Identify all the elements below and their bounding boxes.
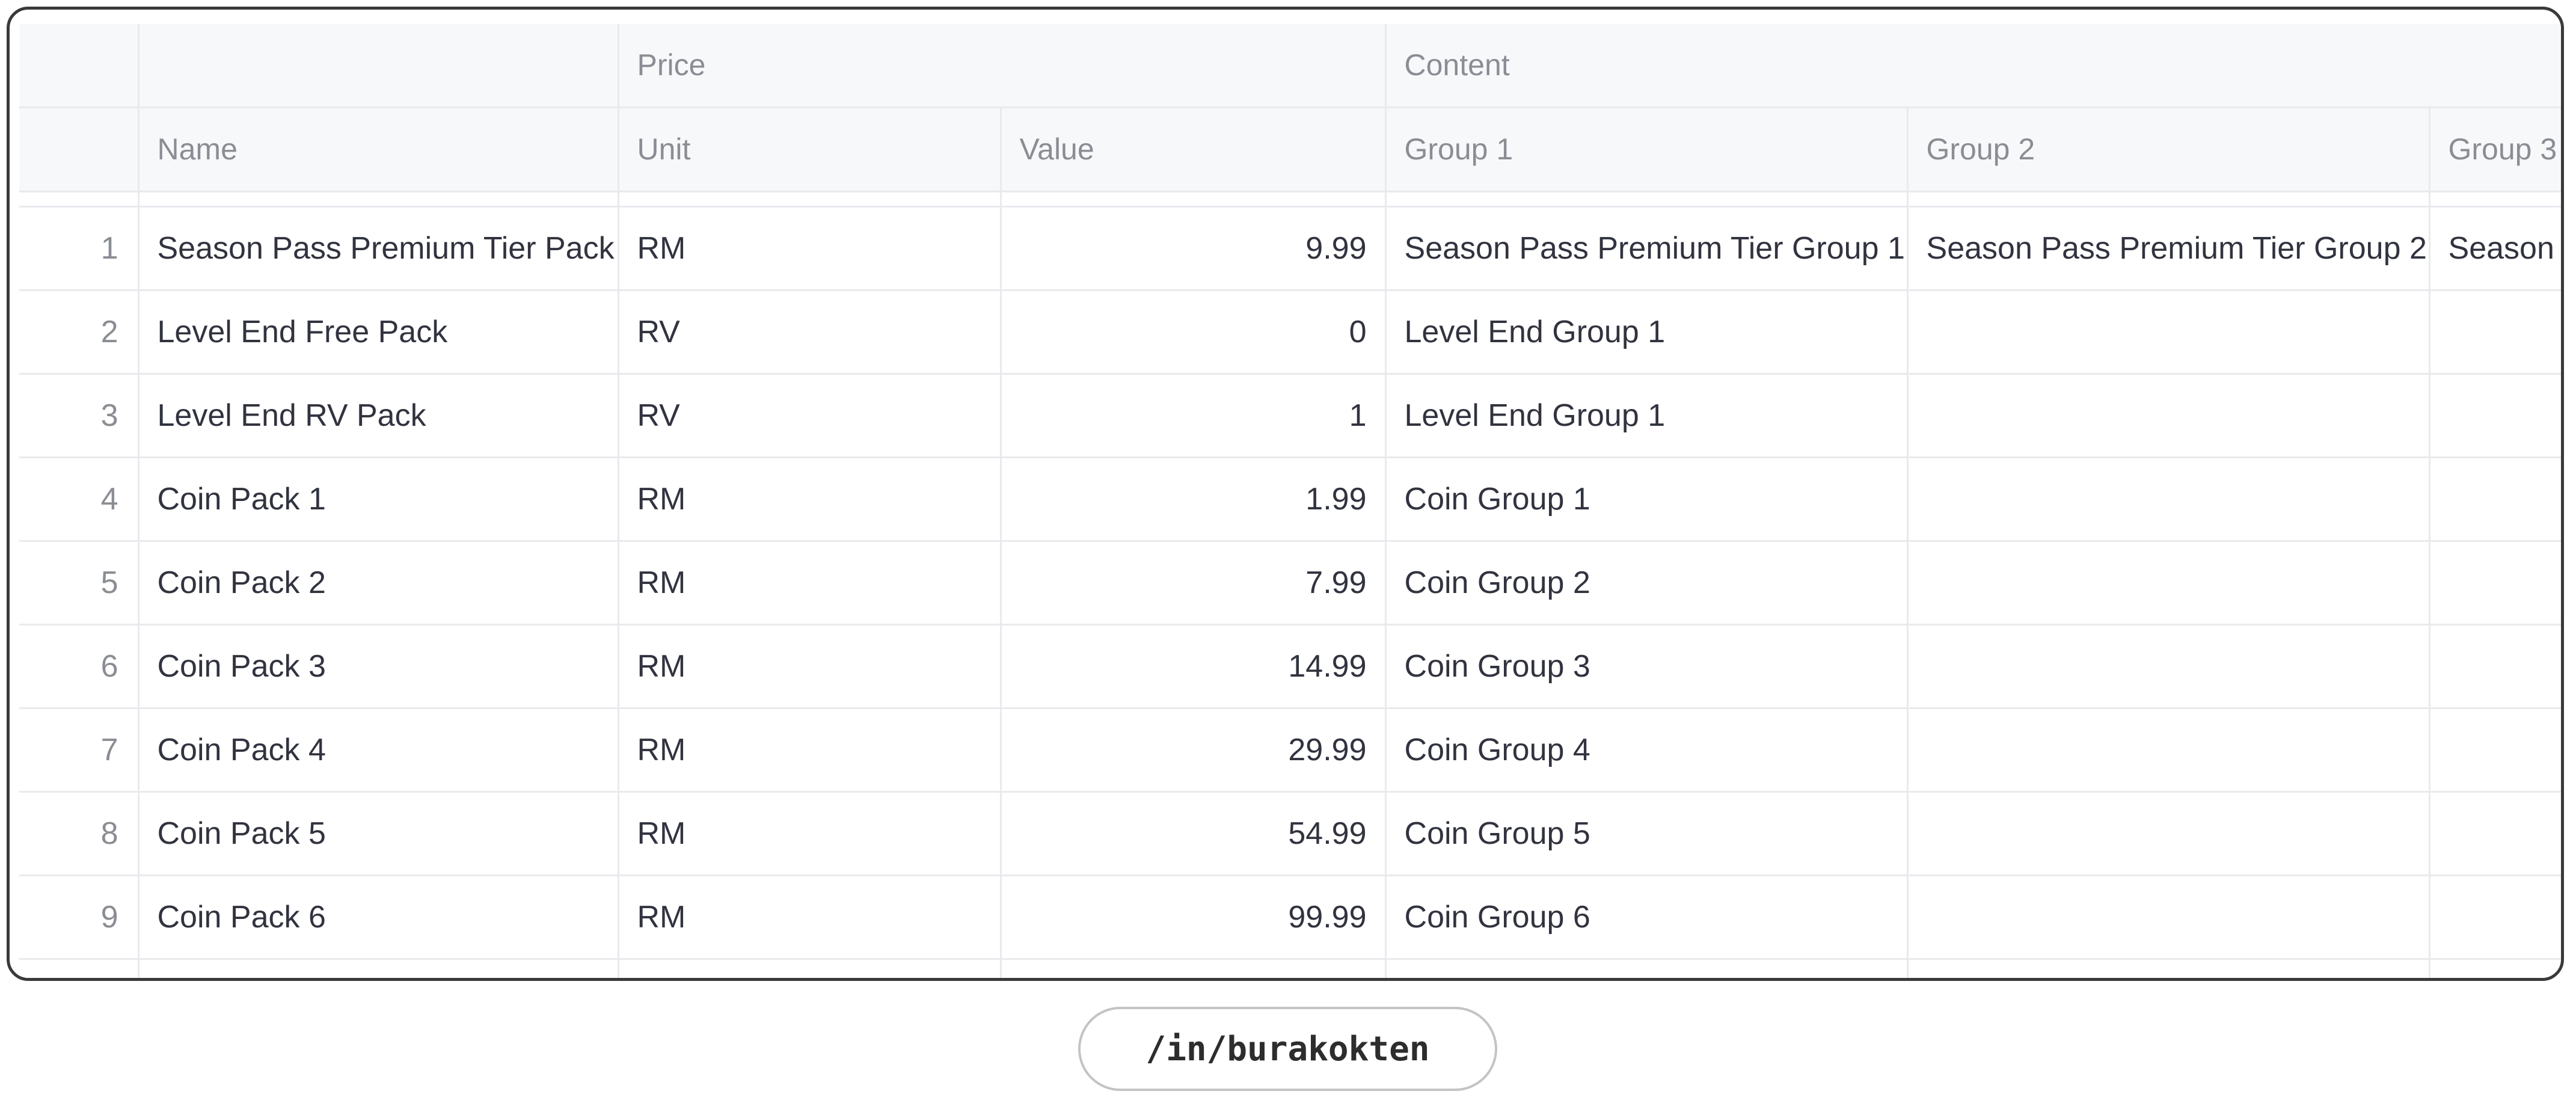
table-row[interactable]: 3 Level End RV Pack RV 1 Level End Group 1 — [19, 373, 2561, 458]
cell-name[interactable]: Level End RV Pack — [138, 373, 619, 458]
cell-name[interactable]: Coin Pack 1 — [138, 457, 619, 542]
cell-group-2[interactable] — [1907, 290, 2430, 375]
cell-unit[interactable]: RM — [618, 541, 1002, 625]
cell-name[interactable]: Level End Free Pack — [138, 290, 619, 375]
table-row[interactable]: 7 Coin Pack 4 RM 29.99 Coin Group 4 — [19, 708, 2561, 793]
cell-group-1[interactable]: Level End Group 1 — [1385, 373, 1909, 458]
cell-group-3[interactable] — [2429, 457, 2561, 542]
cell-group-2[interactable] — [1907, 791, 2430, 876]
profile-handle-button[interactable]: /in/burakokten — [1078, 1007, 1497, 1091]
cell-group-1[interactable]: Level End Group 1 — [1385, 290, 1909, 375]
cell-empty — [2429, 959, 2561, 978]
cell-index: 4 — [19, 457, 140, 542]
data-table: Price Content Name Unit Value Group 1 Gr… — [19, 24, 2561, 978]
header-corner — [19, 24, 140, 108]
cell-group-3[interactable] — [2429, 624, 2561, 709]
table-row[interactable]: 9 Coin Pack 6 RM 99.99 Coin Group 6 — [19, 875, 2561, 960]
table-row[interactable]: 1 Season Pass Premium Tier Pack RM 9.99 Seas… — [19, 206, 2561, 291]
cell-value[interactable]: 9.99 — [1001, 206, 1387, 291]
cell-group-2[interactable] — [1907, 624, 2430, 709]
cell-value[interactable]: 0 — [1001, 290, 1387, 375]
cell-value[interactable]: 99.99 — [1001, 875, 1387, 960]
table-row[interactable]: 5 Coin Pack 2 RM 7.99 Coin Group 2 — [19, 541, 2561, 625]
column-header-row: Name Unit Value Group 1 Group 2 Group 3 — [19, 107, 2561, 192]
cell-group-2[interactable]: Season Pass Premium Tier Group 2 — [1907, 206, 2430, 291]
cell-index: 2 — [19, 290, 140, 375]
cell-unit[interactable]: RM — [618, 708, 1002, 793]
table-row[interactable]: 8 Coin Pack 5 RM 54.99 Coin Group 5 — [19, 791, 2561, 876]
cell-group-1[interactable]: Coin Group 3 — [1385, 624, 1909, 709]
cell-value[interactable]: 1.99 — [1001, 457, 1387, 542]
table-row[interactable]: 2 Level End Free Pack RV 0 Level End Group 1 — [19, 290, 2561, 375]
cell-unit[interactable]: RM — [618, 457, 1002, 542]
cell-group-1[interactable]: Season Pass Premium Tier Group 1 — [1385, 206, 1909, 291]
cell-empty — [1385, 959, 1909, 978]
cell-index: 7 — [19, 708, 140, 793]
cell-value[interactable]: 14.99 — [1001, 624, 1387, 709]
cell-unit[interactable]: RM — [618, 875, 1002, 960]
header-group-content[interactable]: Content — [1385, 24, 2561, 108]
cell-group-2[interactable] — [1907, 541, 2430, 625]
cell-group-2[interactable] — [1907, 373, 2430, 458]
cell-group-3[interactable] — [2429, 541, 2561, 625]
cell-unit[interactable]: RM — [618, 206, 1002, 291]
table-row[interactable]: 6 Coin Pack 3 RM 14.99 Coin Group 3 — [19, 624, 2561, 709]
cell-value[interactable]: 7.99 — [1001, 541, 1387, 625]
cell-value[interactable]: 54.99 — [1001, 791, 1387, 876]
group-header-row: Price Content — [19, 24, 2561, 108]
data-table-frame: Price Content Name Unit Value Group 1 Gr… — [7, 7, 2564, 981]
cell-group-3[interactable] — [2429, 791, 2561, 876]
cell-name[interactable]: Season Pass Premium Tier Pack — [138, 206, 619, 291]
cell-group-1[interactable]: Coin Group 4 — [1385, 708, 1909, 793]
cell-group-3[interactable] — [2429, 290, 2561, 375]
cell-group-3[interactable] — [2429, 373, 2561, 458]
table-row-partial — [19, 959, 2561, 978]
table-row[interactable]: 4 Coin Pack 1 RM 1.99 Coin Group 1 — [19, 457, 2561, 542]
cell-group-3[interactable]: Season — [2429, 206, 2561, 291]
cell-group-2[interactable] — [1907, 875, 2430, 960]
cell-group-3[interactable] — [2429, 875, 2561, 960]
cell-index: 8 — [19, 791, 140, 876]
header-group-2[interactable]: Group 2 — [1907, 107, 2430, 192]
cell-group-1[interactable]: Coin Group 2 — [1385, 541, 1909, 625]
cell-name[interactable]: Coin Pack 6 — [138, 875, 619, 960]
cell-group-2[interactable] — [1907, 457, 2430, 542]
header-group-1[interactable]: Group 1 — [1385, 107, 1909, 192]
cell-name[interactable]: Coin Pack 2 — [138, 541, 619, 625]
cell-empty — [138, 959, 619, 978]
cell-name[interactable]: Coin Pack 4 — [138, 708, 619, 793]
cell-unit[interactable]: RM — [618, 791, 1002, 876]
cell-unit[interactable]: RV — [618, 373, 1002, 458]
header-name[interactable]: Name — [138, 107, 619, 192]
header-group-3[interactable]: Group 3 — [2429, 107, 2561, 192]
cell-group-1[interactable]: Coin Group 5 — [1385, 791, 1909, 876]
header-value[interactable]: Value — [1001, 107, 1387, 192]
cell-group-3[interactable] — [2429, 708, 2561, 793]
cell-unit[interactable]: RM — [618, 624, 1002, 709]
cell-index: 6 — [19, 624, 140, 709]
cell-group-2[interactable] — [1907, 708, 2430, 793]
cell-empty — [618, 959, 1002, 978]
cell-group-1[interactable]: Coin Group 6 — [1385, 875, 1909, 960]
cell-name[interactable]: Coin Pack 5 — [138, 791, 619, 876]
cell-value[interactable]: 1 — [1001, 373, 1387, 458]
cell-value[interactable]: 29.99 — [1001, 708, 1387, 793]
header-unit[interactable]: Unit — [618, 107, 1002, 192]
cell-empty — [19, 959, 140, 978]
header-gap-row — [19, 191, 2561, 207]
cell-unit[interactable]: RV — [618, 290, 1002, 375]
cell-index: 9 — [19, 875, 140, 960]
cell-index: 5 — [19, 541, 140, 625]
data-grid[interactable]: Price Content Name Unit Value Group 1 Gr… — [19, 24, 2561, 978]
header-group-price[interactable]: Price — [618, 24, 1387, 108]
cell-empty — [1907, 959, 2430, 978]
cell-index: 3 — [19, 373, 140, 458]
cell-name[interactable]: Coin Pack 3 — [138, 624, 619, 709]
header-group-empty — [138, 24, 619, 108]
cell-index: 1 — [19, 206, 140, 291]
header-index — [19, 107, 140, 192]
cell-empty — [1001, 959, 1387, 978]
cell-group-1[interactable]: Coin Group 1 — [1385, 457, 1909, 542]
